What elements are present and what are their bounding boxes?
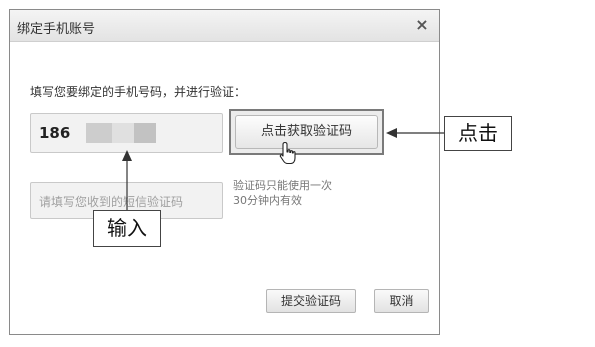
click-arrow-head — [386, 128, 397, 138]
input-callout: 输入 — [93, 210, 161, 247]
hand-pointer-icon — [279, 141, 296, 165]
click-callout: 点击 — [444, 116, 512, 151]
annotation-arrows — [122, 128, 444, 210]
input-arrow-head — [122, 150, 132, 161]
